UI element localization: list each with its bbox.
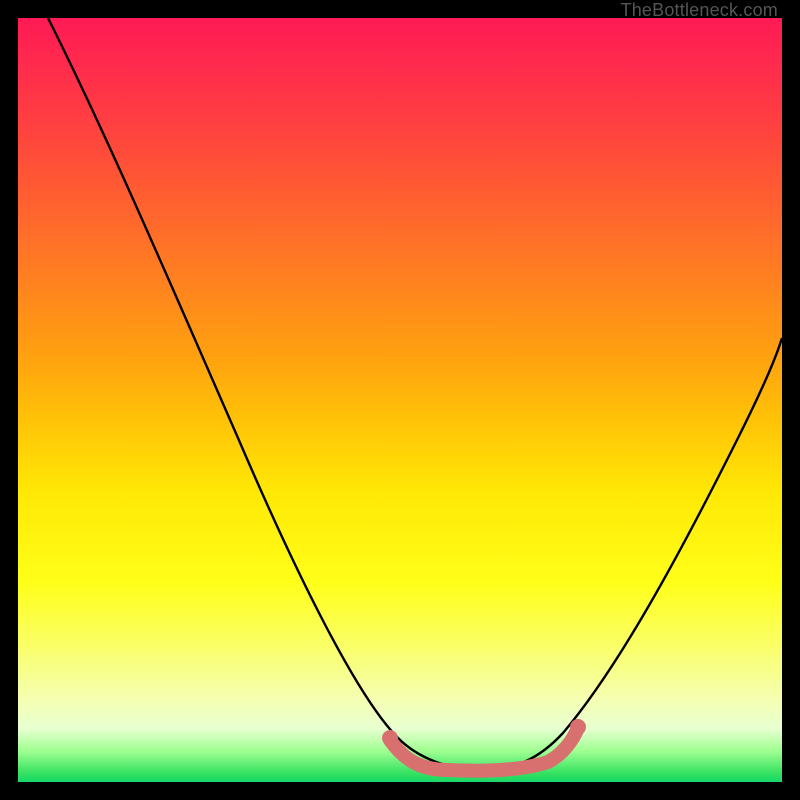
chart-frame: TheBottleneck.com: [0, 0, 800, 800]
chart-plot-area: [18, 18, 782, 782]
chart-svg: [18, 18, 782, 782]
highlight-dot-right: [570, 719, 586, 735]
highlight-segment: [390, 728, 578, 771]
curve-line: [48, 18, 782, 770]
highlight-dot-left: [382, 730, 398, 746]
